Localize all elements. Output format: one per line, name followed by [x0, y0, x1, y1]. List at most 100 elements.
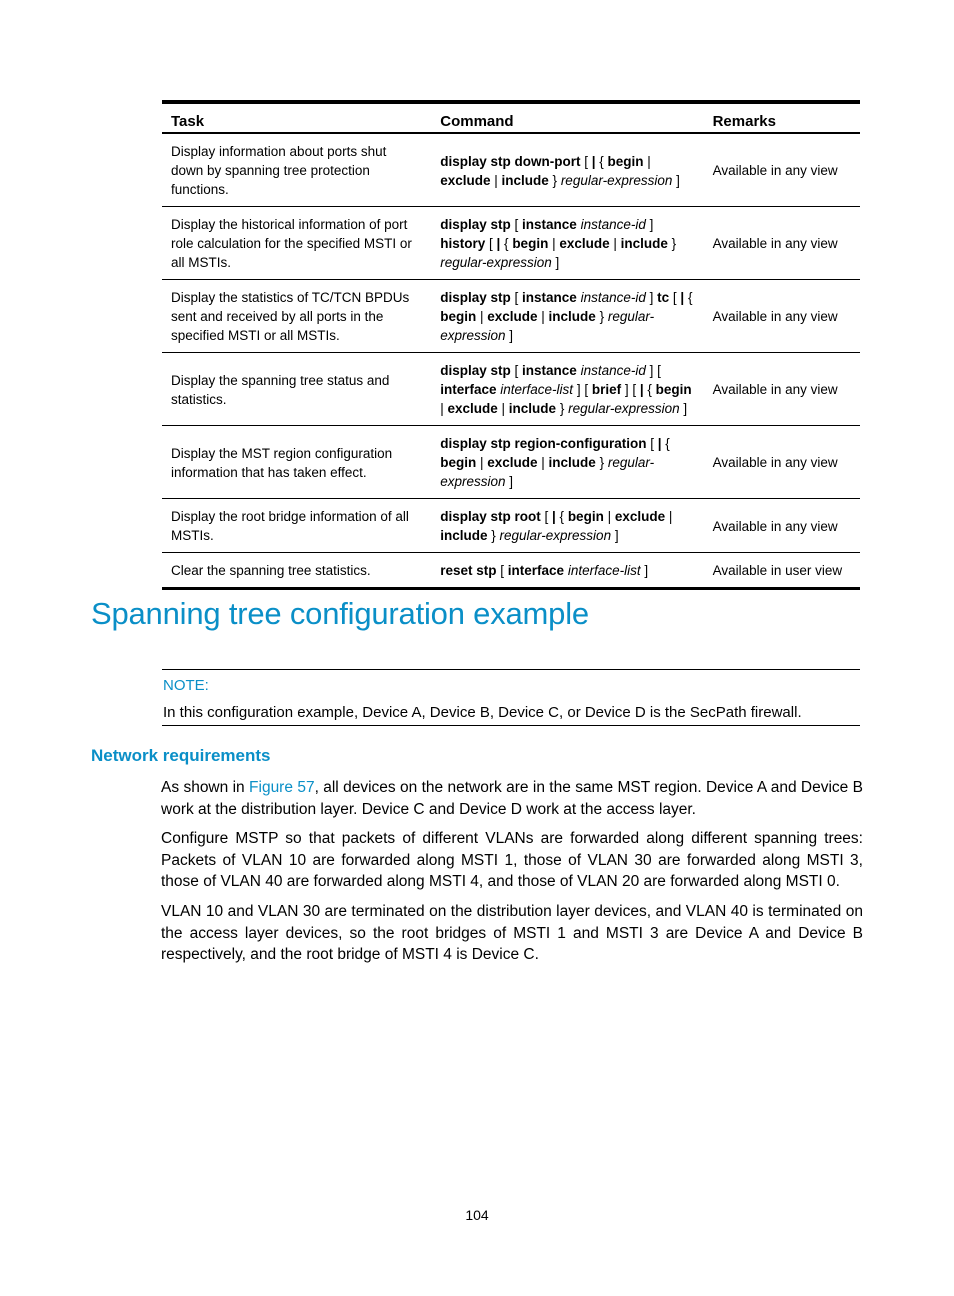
- command-syntax: {: [643, 382, 656, 397]
- command-syntax: ]: [672, 172, 680, 188]
- note-text: In this configuration example, Device A,…: [163, 704, 802, 721]
- table-row: Display information about ports shut dow…: [162, 133, 860, 207]
- command-syntax: |: [476, 309, 488, 324]
- command-syntax: ]: [640, 563, 649, 578]
- command-argument: instance-id: [580, 290, 646, 305]
- command-keyword: include: [620, 236, 668, 251]
- command-argument: regular-expression: [560, 172, 673, 188]
- command-syntax: ] [: [621, 382, 640, 397]
- remarks-cell: Available in any view: [703, 425, 860, 499]
- command-syntax: |: [537, 455, 549, 470]
- page-number: 104: [465, 1207, 489, 1223]
- command-keyword: begin: [512, 236, 549, 251]
- command-syntax: ] [: [573, 382, 592, 397]
- command-keyword: instance: [522, 290, 577, 305]
- command-syntax: [: [669, 290, 681, 305]
- paragraph-root-bridges: VLAN 10 and VLAN 30 are terminated on th…: [161, 903, 863, 963]
- command-keyword: include: [501, 172, 549, 188]
- command-keyword: exclude: [487, 309, 538, 324]
- command-syntax: }: [556, 401, 569, 416]
- command-keyword: begin: [440, 455, 477, 470]
- command-argument: interface-list: [500, 382, 574, 397]
- command-keyword: interface: [507, 563, 565, 578]
- paragraph-network-overview: As shown in Figure 57, all devices on th…: [161, 777, 863, 820]
- remarks-cell: Available in any view: [703, 352, 860, 426]
- command-cell: display stp [ instance instance-id ] tc …: [431, 279, 704, 353]
- command-syntax: |: [609, 236, 621, 251]
- document-page: Task Command Remarks Display information…: [0, 0, 954, 1296]
- command-syntax: |: [603, 509, 615, 524]
- command-argument: regular-expression: [499, 528, 612, 543]
- command-syntax: {: [555, 509, 568, 524]
- command-table: Task Command Remarks Display information…: [162, 100, 860, 590]
- command-syntax: ]: [679, 401, 688, 416]
- command-argument: interface-list: [567, 563, 641, 578]
- command-keyword: exclude: [447, 401, 498, 416]
- command-syntax: |: [497, 401, 509, 416]
- command-syntax: |: [537, 309, 549, 324]
- command-syntax: |: [665, 509, 673, 524]
- command-syntax: }: [667, 236, 677, 251]
- column-header-command: Command: [431, 102, 704, 134]
- table-row: Clear the spanning tree statistics. reset…: [162, 553, 860, 589]
- remarks-cell: Available in any view: [703, 498, 860, 553]
- command-keyword: include: [548, 309, 596, 324]
- command-syntax: [: [485, 236, 497, 251]
- column-header-remarks: Remarks: [703, 102, 860, 134]
- task-cell: Display the spanning tree status and sta…: [162, 352, 432, 426]
- command-cell: display stp down-port [ | { begin | excl…: [431, 133, 704, 207]
- command-syntax: [: [496, 563, 508, 578]
- command-keyword: display stp: [440, 363, 511, 378]
- note-box: NOTE: In this configuration example, Dev…: [162, 669, 860, 726]
- command-keyword: display stp: [440, 217, 511, 232]
- remarks-cell: Available in user view: [712, 563, 843, 578]
- command-syntax: {: [684, 290, 693, 305]
- paragraph-mstp-config: Configure MSTP so that packets of differ…: [161, 830, 863, 890]
- command-syntax: {: [661, 436, 670, 451]
- command-syntax: |: [548, 236, 560, 251]
- command-keyword: begin: [655, 382, 692, 397]
- command-syntax: ]: [645, 290, 658, 305]
- command-cell: display stp [ instance instance-id ] [ i…: [431, 352, 704, 426]
- table-row: Display the statistics of TC/TCN BPDUs s…: [162, 279, 860, 353]
- table-row: Display the root bridge information of a…: [162, 498, 860, 553]
- task-cell: Display the historical information of po…: [162, 206, 432, 280]
- command-syntax: ]: [505, 474, 514, 489]
- remarks-cell: Available in any view: [703, 206, 860, 280]
- command-cell: reset stp [ interface interface-list ]: [431, 553, 703, 589]
- command-syntax: }: [595, 309, 608, 324]
- command-keyword: begin: [567, 509, 604, 524]
- command-syntax: ]: [645, 363, 658, 378]
- command-keyword: reset stp: [440, 563, 497, 578]
- command-keyword: tc: [657, 290, 670, 305]
- figure-57-link[interactable]: Figure 57: [249, 779, 315, 796]
- command-syntax: ]: [611, 528, 619, 543]
- command-argument: instance-id: [580, 217, 646, 232]
- command-keyword: begin: [607, 153, 644, 169]
- command-syntax: |: [643, 153, 651, 169]
- command-cell: display stp root [ | { begin | exclude |…: [431, 498, 704, 553]
- command-syntax: {: [500, 236, 513, 251]
- command-syntax: |: [476, 455, 488, 470]
- command-keyword: history: [440, 236, 486, 251]
- command-keyword: interface: [440, 382, 497, 397]
- command-keyword: display stp region-configuration: [440, 436, 647, 451]
- command-keyword: exclude: [614, 509, 666, 524]
- command-syntax: ]: [645, 217, 654, 232]
- command-keyword: instance: [522, 363, 577, 378]
- subsection-title: Network requirements: [91, 746, 271, 765]
- command-syntax: }: [548, 172, 561, 188]
- table-row: Display the historical information of po…: [162, 206, 860, 280]
- command-syntax: }: [595, 455, 608, 470]
- table-header-row: Task Command Remarks: [162, 102, 860, 134]
- command-syntax: [: [510, 217, 523, 232]
- command-syntax: [: [646, 436, 658, 451]
- table-row: Display the spanning tree status and sta…: [162, 352, 860, 426]
- command-syntax: [: [657, 363, 661, 378]
- command-keyword: include: [548, 455, 596, 470]
- table-row: Display the MST region configuration inf…: [162, 425, 860, 499]
- command-keyword: display stp root: [440, 509, 541, 524]
- task-cell: Display the statistics of TC/TCN BPDUs s…: [162, 279, 432, 353]
- command-syntax: [: [510, 290, 523, 305]
- command-syntax: ]: [551, 255, 560, 270]
